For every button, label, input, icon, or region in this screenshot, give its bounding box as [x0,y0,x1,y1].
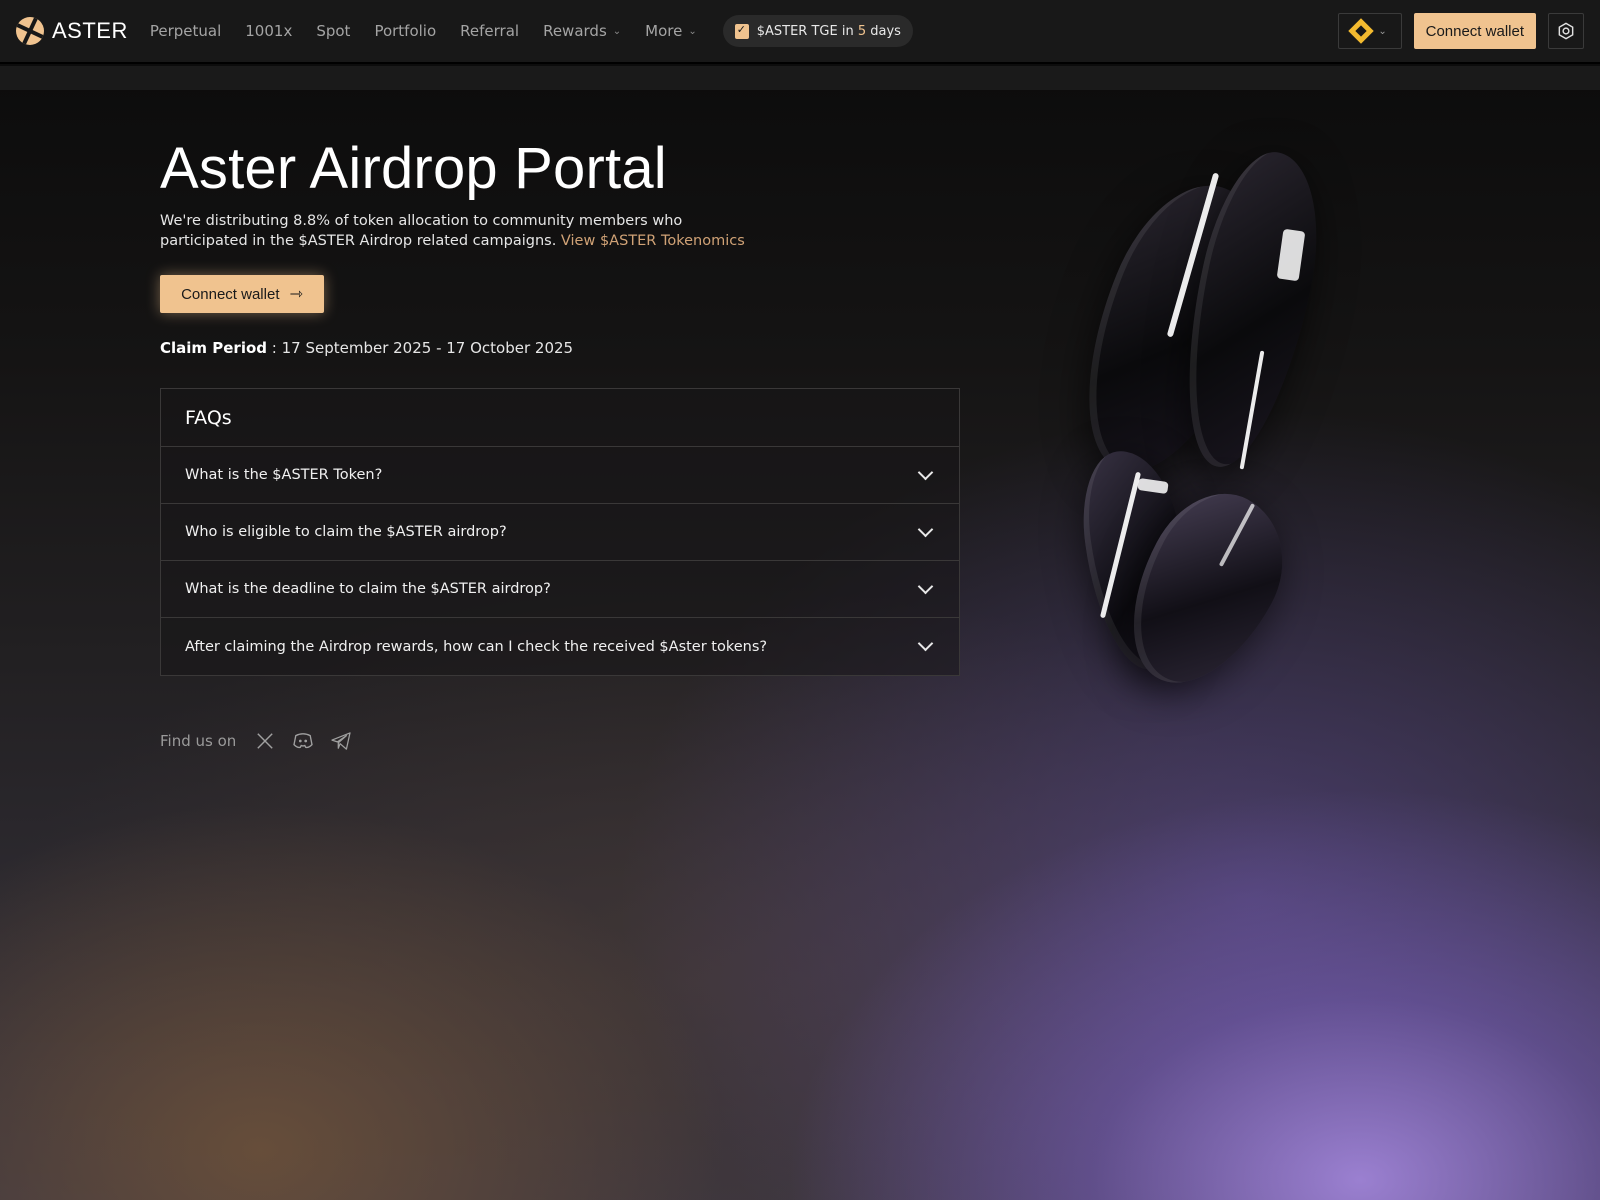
header-connect-wallet-button[interactable]: Connect wallet [1413,13,1536,49]
chevron-down-icon: ⌄ [612,25,622,37]
tokenomics-link[interactable]: View $ASTER Tokenomics [561,233,745,249]
x-icon[interactable] [254,730,276,752]
bnb-chain-icon [1348,18,1375,44]
faq-item[interactable]: Who is eligible to claim the $ASTER aird… [161,504,959,561]
nav-item-rewards[interactable]: Rewards ⌄ [543,22,621,40]
tge-suffix: days [870,23,901,39]
top-nav-bar: ASTER Perpetual 1001x Spot Portfolio Ref… [0,0,1600,64]
settings-button[interactable] [1548,13,1584,49]
faq-item[interactable]: After claiming the Airdrop rewards, how … [161,618,959,675]
tge-countdown-badge[interactable]: $ASTER TGE in 5 days [722,15,913,47]
airdrop-page: ASTER Perpetual 1001x Spot Portfolio Ref… [0,0,1600,1200]
claim-period-label: Claim Period [160,339,268,357]
social-links: Find us on [160,730,352,752]
faq-question: What is the deadline to claim the $ASTER… [185,581,551,597]
chevron-down-icon [917,521,934,537]
discord-icon[interactable] [292,730,314,752]
nav-item-more[interactable]: More ⌄ [645,22,697,40]
brand-logo[interactable]: ASTER [16,17,128,45]
aster-3d-logo-illustration [1049,142,1340,709]
nav-item-perpetual[interactable]: Perpetual [150,22,221,40]
double-arrow-right-icon: ⇾ [289,286,303,303]
tge-prefix: $ASTER TGE in [756,23,854,39]
telegram-icon[interactable] [330,730,352,752]
header-actions: ⌄ Connect wallet [1337,13,1584,49]
chevron-down-icon: ⌄ [1378,25,1387,37]
faq-item[interactable]: What is the deadline to claim the $ASTER… [161,561,959,618]
chevron-down-icon: ⌄ [688,25,697,37]
faq-title: FAQs [161,389,959,447]
hero-connect-wallet-button[interactable]: Connect wallet ⇾ [160,275,324,313]
chevron-down-icon [917,464,934,480]
page-title: Aster Airdrop Portal [160,136,667,201]
nav-item-portfolio[interactable]: Portfolio [374,22,436,40]
nav-item-referral[interactable]: Referral [460,22,519,40]
nav-item-1001x[interactable]: 1001x [245,22,292,40]
chevron-down-icon [917,578,934,594]
faq-panel: FAQs What is the $ASTER Token? Who is el… [160,388,960,676]
chevron-down-icon [917,635,934,652]
aster-logo-icon [16,17,44,45]
tge-days-count: 5 [857,23,867,39]
social-label: Find us on [160,732,237,750]
chain-selector[interactable]: ⌄ [1337,13,1402,49]
faq-question: Who is eligible to claim the $ASTER aird… [185,524,507,540]
faq-item[interactable]: What is the $ASTER Token? [161,447,959,504]
sub-header-bar [0,66,1600,90]
claim-period: Claim Period : 17 September 2025 - 17 Oc… [160,339,960,357]
main-nav: Perpetual 1001x Spot Portfolio Referral … [150,22,697,40]
hero-description: We're distributing 8.8% of token allocat… [160,213,745,249]
settings-hex-icon [1558,22,1574,40]
nav-item-spot[interactable]: Spot [316,22,350,40]
faq-question: After claiming the Airdrop rewards, how … [185,638,768,655]
hero-section: Aster Airdrop Portal We're distributing … [160,135,960,357]
claim-period-value: : 17 September 2025 - 17 October 2025 [267,339,574,357]
brand-name: ASTER [52,18,128,43]
faq-question: What is the $ASTER Token? [185,467,383,483]
calendar-check-icon [734,23,749,39]
